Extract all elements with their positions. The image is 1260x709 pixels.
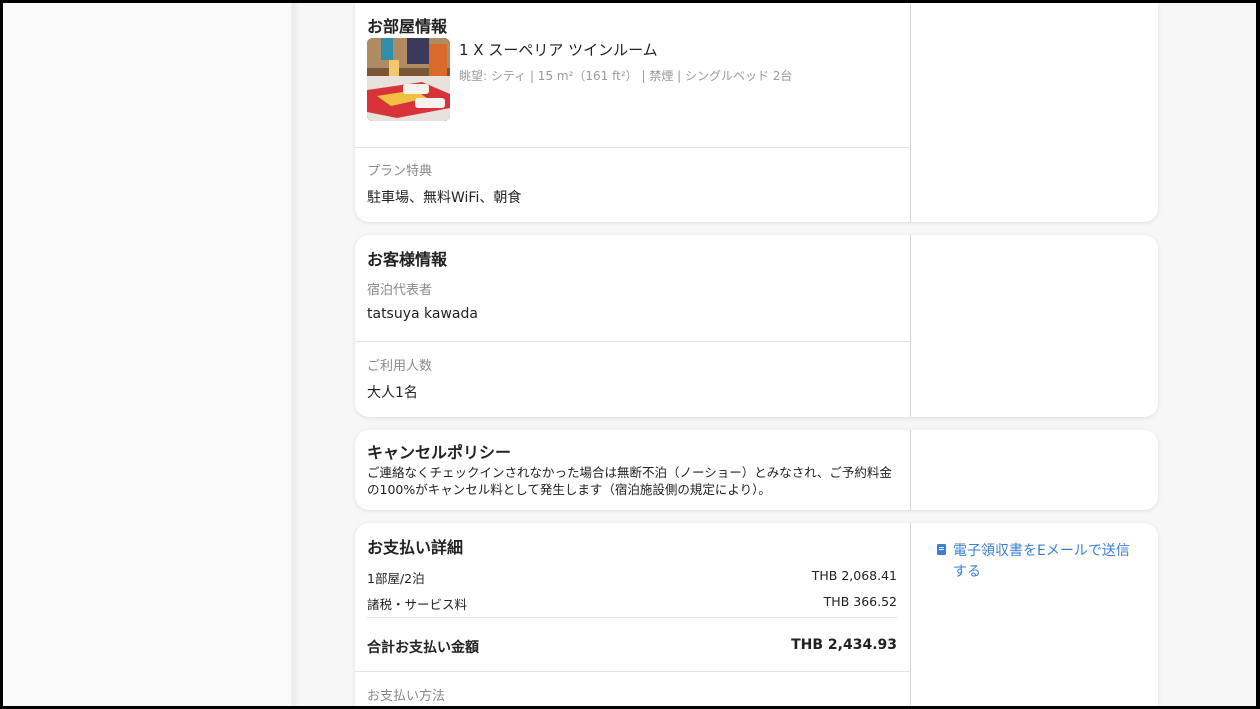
- room-info-side: [910, 3, 1158, 222]
- cancel-policy-main: キャンセルポリシー ご連絡なくチェックインされなかった場合は無断不泊（ノーショー…: [355, 430, 910, 510]
- payment-row-label: 諸税・サービス料: [367, 597, 468, 612]
- guest-info-main: お客様情報 宿泊代表者 tatsuya kawada ご利用人数 大人1名: [355, 235, 910, 417]
- payment-total-label: 合計お支払い金額: [367, 640, 479, 656]
- guest-count-label: ご利用人数: [367, 359, 433, 374]
- cancel-policy-side: [910, 430, 1158, 510]
- payment-row-label: 1部屋/2泊: [367, 571, 425, 586]
- cancel-policy-card: キャンセルポリシー ご連絡なくチェックインされなかった場合は無断不泊（ノーショー…: [355, 430, 1158, 510]
- payment-row: 諸税・サービス料 THB 366.52: [367, 594, 897, 613]
- payment-total-amount: THB 2,434.93: [791, 637, 897, 653]
- room-photo-image: [367, 38, 450, 121]
- payment-details-main: お支払い詳細 1部屋/2泊 THB 2,068.41 諸税・サービス料 THB …: [355, 523, 910, 706]
- room-meta: 眺望: シティ | 15 m²（161 ft²） | 禁煙 | シングルベッド …: [459, 69, 793, 83]
- room-photo[interactable]: [367, 38, 450, 121]
- left-panel: [3, 3, 293, 706]
- cancel-policy-text: ご連絡なくチェックインされなかった場合は無断不泊（ノーショー）とみなされ、ご予約…: [367, 465, 892, 497]
- payment-details-heading: お支払い詳細: [367, 538, 464, 557]
- payment-row-amount: THB 366.52: [823, 594, 897, 609]
- room-info-main: お部屋情報 1 X スーペリア ツインルーム 眺望: シティ | 15 m²（1…: [355, 3, 910, 222]
- guest-info-side: [910, 235, 1158, 417]
- guest-info-heading: お客様情報: [367, 250, 448, 269]
- room-title: 1 X スーペリア ツインルーム: [459, 41, 658, 59]
- payment-row-amount: THB 2,068.41: [811, 568, 897, 583]
- browser-viewport: お部屋情報 1 X スーペリア ツインルーム 眺望: シティ | 15 m²（1…: [3, 3, 1256, 706]
- divider: [355, 147, 910, 148]
- divider: [355, 341, 910, 342]
- payment-row: 1部屋/2泊 THB 2,068.41: [367, 568, 897, 587]
- lead-guest-value: tatsuya kawada: [367, 306, 478, 322]
- lead-guest-label: 宿泊代表者: [367, 283, 433, 298]
- room-info-heading: お部屋情報: [367, 17, 448, 36]
- receipt-icon: [937, 544, 946, 555]
- room-info-card: お部屋情報 1 X スーペリア ツインルーム 眺望: シティ | 15 m²（1…: [355, 3, 1158, 222]
- plan-benefits-label: プラン特典: [367, 164, 433, 179]
- email-receipt-link-text: 電子領収書をEメールで送信する: [953, 543, 1130, 580]
- payment-method-label: お支払い方法: [367, 689, 446, 704]
- divider: [367, 617, 897, 618]
- payment-details-card: お支払い詳細 1部屋/2泊 THB 2,068.41 諸税・サービス料 THB …: [355, 523, 1158, 706]
- plan-benefits-value: 駐車場、無料WiFi、朝食: [367, 190, 522, 206]
- divider: [355, 671, 910, 672]
- panel-shadow: [291, 3, 301, 706]
- cancel-policy-heading: キャンセルポリシー: [367, 443, 512, 462]
- guest-count-value: 大人1名: [367, 385, 418, 401]
- payment-total-row: 合計お支払い金額 THB 2,434.93: [367, 637, 897, 657]
- payment-details-side: 電子領収書をEメールで送信する: [910, 523, 1158, 706]
- guest-info-card: お客様情報 宿泊代表者 tatsuya kawada ご利用人数 大人1名: [355, 235, 1158, 417]
